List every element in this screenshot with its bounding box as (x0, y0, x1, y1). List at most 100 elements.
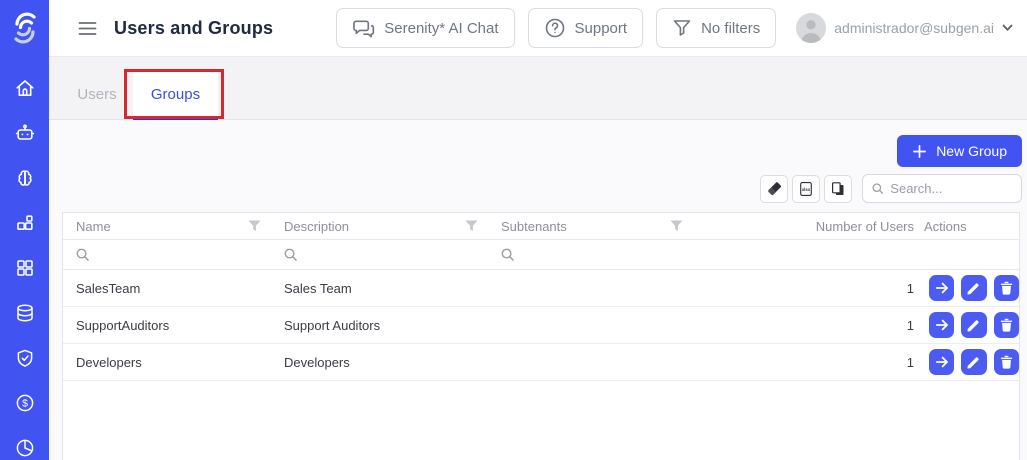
sidebar-item-ai[interactable] (13, 166, 37, 190)
cell-actions (916, 312, 1019, 338)
cell-name: SalesTeam (63, 281, 271, 296)
grid-toolbar: xlsx (760, 174, 1022, 203)
hamburger-icon (78, 21, 97, 36)
svg-text:$: $ (22, 398, 28, 410)
column-header-actions: Actions (916, 213, 1019, 239)
delete-group-button[interactable] (994, 275, 1019, 301)
help-circle-icon (544, 17, 566, 39)
home-icon (14, 77, 36, 99)
pie-chart-icon (14, 437, 36, 459)
sidebar-item-modules[interactable] (13, 211, 37, 235)
column-header-subtenants: Subtenants (488, 213, 693, 239)
grid-search-input[interactable] (890, 181, 1012, 196)
sidebar-item-reports[interactable] (13, 436, 37, 460)
groups-table: Name Description Subtenants (62, 212, 1020, 460)
user-email: administrador@subgen.ai (834, 20, 994, 36)
table-row: SupportAuditors Support Auditors 1 (63, 307, 1019, 344)
billing-icon: $ (14, 392, 36, 414)
tab-groups[interactable]: Groups (133, 72, 218, 120)
user-menu[interactable]: administrador@subgen.ai (796, 13, 1013, 43)
brain-icon (14, 167, 36, 189)
copy-button[interactable] (824, 175, 852, 203)
subtenants-filter-cell (488, 240, 693, 269)
description-filter-cell (271, 240, 488, 269)
filter-funnel-icon (672, 18, 692, 38)
name-filter-input[interactable] (95, 247, 251, 262)
sidebar-item-robot[interactable] (13, 121, 37, 145)
table-filter-row (63, 240, 1019, 270)
main-content: New Group xlsx (49, 120, 1027, 460)
cell-number-of-users: 1 (693, 281, 916, 296)
search-icon (284, 248, 297, 261)
search-icon (501, 248, 514, 261)
search-icon (872, 182, 883, 195)
cell-actions (916, 349, 1019, 375)
sidebar-item-apps[interactable] (13, 256, 37, 280)
chat-icon (352, 18, 375, 39)
cell-name: Developers (63, 355, 271, 370)
subtenants-filter-input[interactable] (520, 247, 674, 262)
ai-chat-button[interactable]: Serenity* AI Chat (336, 8, 514, 48)
ai-chat-button-label: Serenity* AI Chat (384, 20, 498, 37)
delete-icon (1000, 318, 1013, 332)
cell-description: Sales Team (271, 281, 488, 296)
filter-icon[interactable] (465, 220, 478, 232)
copy-icon (830, 181, 846, 197)
sidebar-item-billing[interactable]: $ (13, 391, 37, 415)
support-button[interactable]: Support (528, 8, 644, 48)
chevron-down-icon (1002, 24, 1013, 32)
export-xlsx-button[interactable]: xlsx (792, 175, 820, 203)
edit-icon (967, 282, 980, 295)
column-header-description: Description (271, 213, 488, 239)
edit-group-button[interactable] (961, 275, 986, 301)
name-filter-cell (63, 240, 271, 269)
avatar (796, 13, 826, 43)
filter-icon[interactable] (670, 220, 683, 232)
eraser-icon (766, 180, 783, 197)
robot-icon (14, 122, 36, 144)
header-actions: Serenity* AI Chat Support No filters (336, 8, 776, 48)
cell-actions (916, 275, 1019, 301)
grid-icon (14, 257, 36, 279)
plus-icon (912, 144, 927, 159)
open-group-button[interactable] (929, 349, 954, 375)
description-filter-input[interactable] (303, 247, 466, 262)
sidebar-nav: $ (13, 76, 37, 460)
filters-button[interactable]: No filters (656, 8, 776, 48)
sidebar-item-home[interactable] (13, 76, 37, 100)
cell-name: SupportAuditors (63, 318, 271, 333)
filter-icon[interactable] (248, 220, 261, 232)
tab-users[interactable]: Users (67, 72, 127, 117)
new-group-button-label: New Group (936, 143, 1007, 159)
table-row: SalesTeam Sales Team 1 (63, 270, 1019, 307)
serenity-logo[interactable] (12, 11, 38, 45)
column-header-name: Name (63, 213, 271, 239)
edit-icon (967, 319, 980, 332)
open-group-button[interactable] (929, 275, 954, 301)
cell-number-of-users: 1 (693, 318, 916, 333)
sidebar-item-security[interactable] (13, 346, 37, 370)
grid-search (862, 174, 1022, 203)
export-xlsx-icon: xlsx (798, 181, 814, 197)
new-group-button[interactable]: New Group (897, 135, 1022, 167)
cell-number-of-users: 1 (693, 355, 916, 370)
table-row: Developers Developers 1 (63, 344, 1019, 381)
delete-icon (1000, 355, 1013, 369)
edit-group-button[interactable] (961, 349, 986, 375)
edit-group-button[interactable] (961, 312, 986, 338)
open-group-button[interactable] (929, 312, 954, 338)
cell-description: Support Auditors (271, 318, 488, 333)
svg-text:xlsx: xlsx (802, 186, 811, 191)
clear-filters-button[interactable] (760, 175, 788, 203)
arrow-right-icon (935, 355, 949, 369)
database-icon (14, 302, 36, 324)
delete-group-button[interactable] (994, 312, 1019, 338)
column-header-number-of-users: Number of Users (693, 213, 916, 239)
delete-icon (1000, 281, 1013, 295)
delete-group-button[interactable] (994, 349, 1019, 375)
sidebar-item-data[interactable] (13, 301, 37, 325)
sidebar: $ (0, 0, 49, 460)
edit-icon (967, 356, 980, 369)
menu-toggle-button[interactable] (78, 21, 97, 36)
top-header: Users and Groups Serenity* AI Chat Suppo… (49, 0, 1027, 57)
